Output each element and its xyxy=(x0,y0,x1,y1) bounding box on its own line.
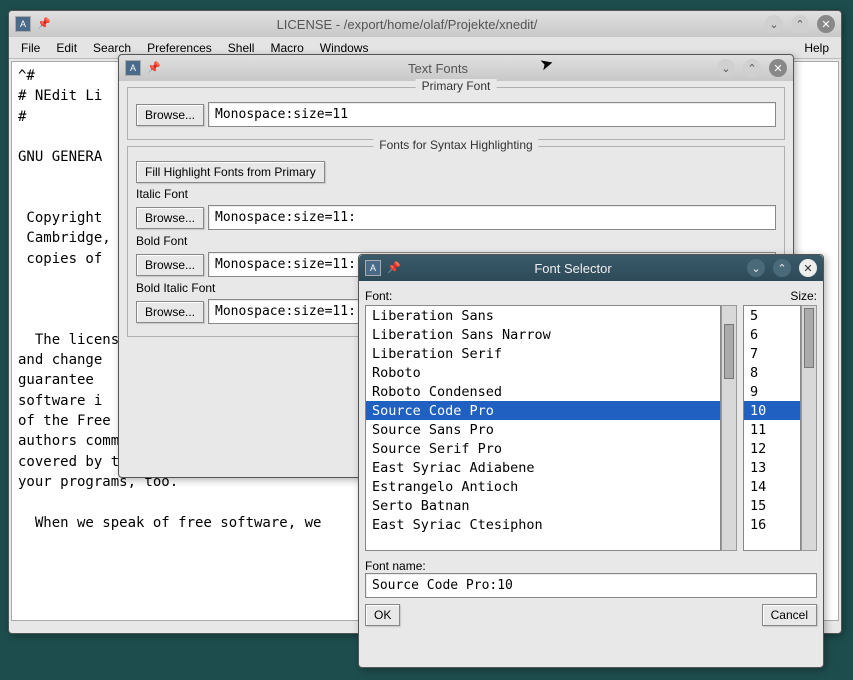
fonts-title: Text Fonts xyxy=(167,61,709,76)
close-button[interactable]: ✕ xyxy=(799,259,817,277)
size-option[interactable]: 10 xyxy=(744,401,800,420)
font-name-input[interactable] xyxy=(365,573,817,598)
fill-from-primary-button[interactable]: Fill Highlight Fonts from Primary xyxy=(136,161,325,183)
font-listbox[interactable]: Liberation SansLiberation Sans NarrowLib… xyxy=(365,305,721,551)
font-option[interactable]: Liberation Serif xyxy=(366,344,720,363)
primary-font-legend: Primary Font xyxy=(416,79,497,93)
editor-titlebar[interactable]: A 📌 LICENSE - /export/home/olaf/Projekte… xyxy=(9,11,841,37)
minimize-button[interactable]: ⌄ xyxy=(765,15,783,33)
highlight-legend: Fonts for Syntax Highlighting xyxy=(373,138,538,152)
size-option[interactable]: 16 xyxy=(744,515,800,534)
font-name-label: Font name: xyxy=(365,559,817,573)
italic-browse-button[interactable]: Browse... xyxy=(136,207,204,229)
app-icon: A xyxy=(15,16,31,32)
selector-titlebar[interactable]: A 📌 Font Selector ⌄ ⌃ ✕ xyxy=(359,255,823,281)
maximize-button[interactable]: ⌃ xyxy=(791,15,809,33)
editor-title: LICENSE - /export/home/olaf/Projekte/xne… xyxy=(57,17,757,32)
font-selector-dialog: A 📌 Font Selector ⌄ ⌃ ✕ Font: Liberation… xyxy=(358,254,824,668)
scrollbar-thumb[interactable] xyxy=(804,308,814,368)
font-option[interactable]: Roboto Condensed xyxy=(366,382,720,401)
size-option[interactable]: 14 xyxy=(744,477,800,496)
font-option[interactable]: Liberation Sans Narrow xyxy=(366,325,720,344)
italic-font-input[interactable] xyxy=(208,205,776,230)
menu-help[interactable]: Help xyxy=(796,39,837,57)
close-button[interactable]: ✕ xyxy=(817,15,835,33)
app-icon: A xyxy=(125,60,141,76)
pin-icon[interactable]: 📌 xyxy=(37,17,51,31)
pin-icon[interactable]: 📌 xyxy=(147,61,161,75)
maximize-button[interactable]: ⌃ xyxy=(773,259,791,277)
size-option[interactable]: 8 xyxy=(744,363,800,382)
font-option[interactable]: Roboto xyxy=(366,363,720,382)
size-list-label: Size: xyxy=(743,287,817,305)
size-option[interactable]: 13 xyxy=(744,458,800,477)
font-list-label: Font: xyxy=(365,287,737,305)
app-icon: A xyxy=(365,260,381,276)
font-scrollbar[interactable] xyxy=(721,305,737,551)
size-option[interactable]: 9 xyxy=(744,382,800,401)
font-option[interactable]: East Syriac Ctesiphon xyxy=(366,515,720,534)
font-option[interactable]: Estrangelo Antioch xyxy=(366,477,720,496)
size-option[interactable]: 15 xyxy=(744,496,800,515)
size-option[interactable]: 5 xyxy=(744,306,800,325)
menu-edit[interactable]: Edit xyxy=(48,39,85,57)
fonts-titlebar[interactable]: A 📌 Text Fonts ⌄ ⌃ ✕ xyxy=(119,55,793,81)
size-option[interactable]: 12 xyxy=(744,439,800,458)
scrollbar-thumb[interactable] xyxy=(724,324,734,379)
bold-browse-button[interactable]: Browse... xyxy=(136,254,204,276)
font-option[interactable]: Source Serif Pro xyxy=(366,439,720,458)
size-option[interactable]: 6 xyxy=(744,325,800,344)
font-option[interactable]: Source Code Pro xyxy=(366,401,720,420)
pin-icon[interactable]: 📌 xyxy=(387,261,401,275)
size-option[interactable]: 7 xyxy=(744,344,800,363)
bold-italic-font-label: Bold Italic Font xyxy=(136,281,215,295)
primary-font-input[interactable] xyxy=(208,102,776,127)
size-option[interactable]: 11 xyxy=(744,420,800,439)
font-option[interactable]: East Syriac Adiabene xyxy=(366,458,720,477)
selector-cancel-button[interactable]: Cancel xyxy=(762,604,817,626)
minimize-button[interactable]: ⌄ xyxy=(747,259,765,277)
size-listbox[interactable]: 5678910111213141516 xyxy=(743,305,801,551)
font-option[interactable]: Serto Batnan xyxy=(366,496,720,515)
close-button[interactable]: ✕ xyxy=(769,59,787,77)
font-option[interactable]: Liberation Sans xyxy=(366,306,720,325)
font-option[interactable]: Source Sans Pro xyxy=(366,420,720,439)
bold-font-label: Bold Font xyxy=(136,234,187,248)
maximize-button[interactable]: ⌃ xyxy=(743,59,761,77)
menu-file[interactable]: File xyxy=(13,39,48,57)
selector-ok-button[interactable]: OK xyxy=(365,604,400,626)
bold-italic-browse-button[interactable]: Browse... xyxy=(136,301,204,323)
primary-browse-button[interactable]: Browse... xyxy=(136,104,204,126)
primary-font-group: Primary Font Browse... xyxy=(127,87,785,140)
italic-font-label: Italic Font xyxy=(136,187,188,201)
minimize-button[interactable]: ⌄ xyxy=(717,59,735,77)
size-scrollbar[interactable] xyxy=(801,305,817,551)
selector-title: Font Selector xyxy=(407,261,739,276)
